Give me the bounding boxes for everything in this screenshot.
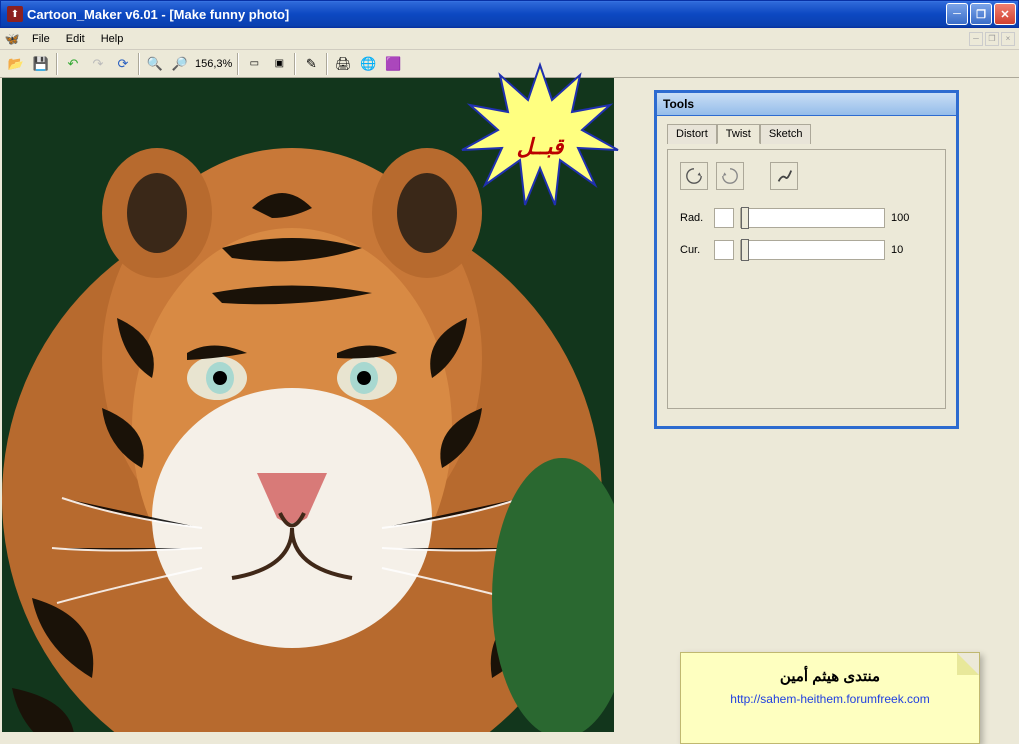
mdi-close-button[interactable]: × — [1001, 32, 1015, 46]
app-icon: ⬆ — [7, 6, 23, 22]
tools-tabs: Distort Twist Sketch — [667, 124, 946, 144]
tiger-image — [2, 78, 614, 732]
zoom-level[interactable]: 156,3% — [193, 58, 234, 70]
minimize-button[interactable]: ─ — [946, 3, 968, 25]
web-button[interactable]: 🌐 — [356, 52, 380, 76]
redo-button[interactable]: ↷ — [86, 52, 110, 76]
menubar: 🦋 File Edit Help ─ ❐ × — [0, 28, 1019, 50]
curve-row: Cur. 10 — [680, 240, 933, 260]
radius-value: 100 — [891, 212, 909, 224]
menu-file[interactable]: File — [24, 31, 58, 47]
separator — [326, 53, 328, 75]
radius-label: Rad. — [680, 212, 708, 224]
curve-label: Cur. — [680, 244, 708, 256]
radius-min-input[interactable] — [714, 208, 734, 228]
menu-help[interactable]: Help — [93, 31, 132, 47]
tab-sketch[interactable]: Sketch — [760, 124, 812, 144]
twist-ccw-button[interactable] — [680, 162, 708, 190]
note-link[interactable]: http://sahem-heithem.forumfreek.com — [730, 692, 929, 706]
zoom-out-button[interactable]: 🔍 — [143, 52, 167, 76]
refresh-button[interactable]: ⟳ — [111, 52, 135, 76]
brush-button[interactable]: ✎ — [299, 52, 323, 76]
undo-button[interactable]: ↶ — [61, 52, 85, 76]
selection-button[interactable]: ▭ — [242, 52, 266, 76]
tools-panel: Tools Distort Twist Sketch — [654, 90, 959, 429]
fit-button[interactable]: ▣ — [267, 52, 291, 76]
window-titlebar: ⬆ Cartoon_Maker v6.01 - [Make funny phot… — [0, 0, 1019, 28]
curve-min-input[interactable] — [714, 240, 734, 260]
properties-button[interactable]: 🟪 — [381, 52, 405, 76]
save-button[interactable]: 💾 — [29, 52, 53, 76]
open-button[interactable]: 📂 — [4, 52, 28, 76]
separator — [294, 53, 296, 75]
tools-panel-title: Tools — [657, 93, 956, 116]
maximize-button[interactable]: ❐ — [970, 3, 992, 25]
print-button[interactable]: 🖨 — [331, 52, 355, 76]
tab-distort[interactable]: Distort — [667, 124, 717, 144]
mdi-minimize-button[interactable]: ─ — [969, 32, 983, 46]
close-button[interactable]: ✕ — [994, 3, 1016, 25]
radius-row: Rad. 100 — [680, 208, 933, 228]
menu-edit[interactable]: Edit — [58, 31, 93, 47]
image-canvas[interactable] — [2, 78, 614, 732]
separator — [237, 53, 239, 75]
separator — [138, 53, 140, 75]
twist-cw-button[interactable] — [716, 162, 744, 190]
note-title: منتدى هيثم أمين — [691, 667, 969, 685]
workspace: قبــل Tools Distort Twist Sketch — [0, 78, 1019, 732]
curve-slider[interactable] — [740, 240, 885, 260]
separator — [56, 53, 58, 75]
radius-slider[interactable] — [740, 208, 885, 228]
doc-icon: 🦋 — [4, 31, 20, 47]
sticky-note: منتدى هيثم أمين http://sahem-heithem.for… — [680, 652, 980, 744]
tab-twist[interactable]: Twist — [717, 124, 760, 144]
note-fold-icon — [957, 653, 979, 675]
curve-value: 10 — [891, 244, 903, 256]
mdi-restore-button[interactable]: ❐ — [985, 32, 999, 46]
apply-twist-button[interactable] — [770, 162, 798, 190]
window-title: Cartoon_Maker v6.01 - [Make funny photo] — [27, 7, 946, 22]
zoom-in-button[interactable]: 🔎 — [168, 52, 192, 76]
toolbar: 📂 💾 ↶ ↷ ⟳ 🔍 🔎 156,3% ▭ ▣ ✎ 🖨 🌐 🟪 — [0, 50, 1019, 78]
twist-panel: Rad. 100 Cur. 10 — [667, 149, 946, 409]
